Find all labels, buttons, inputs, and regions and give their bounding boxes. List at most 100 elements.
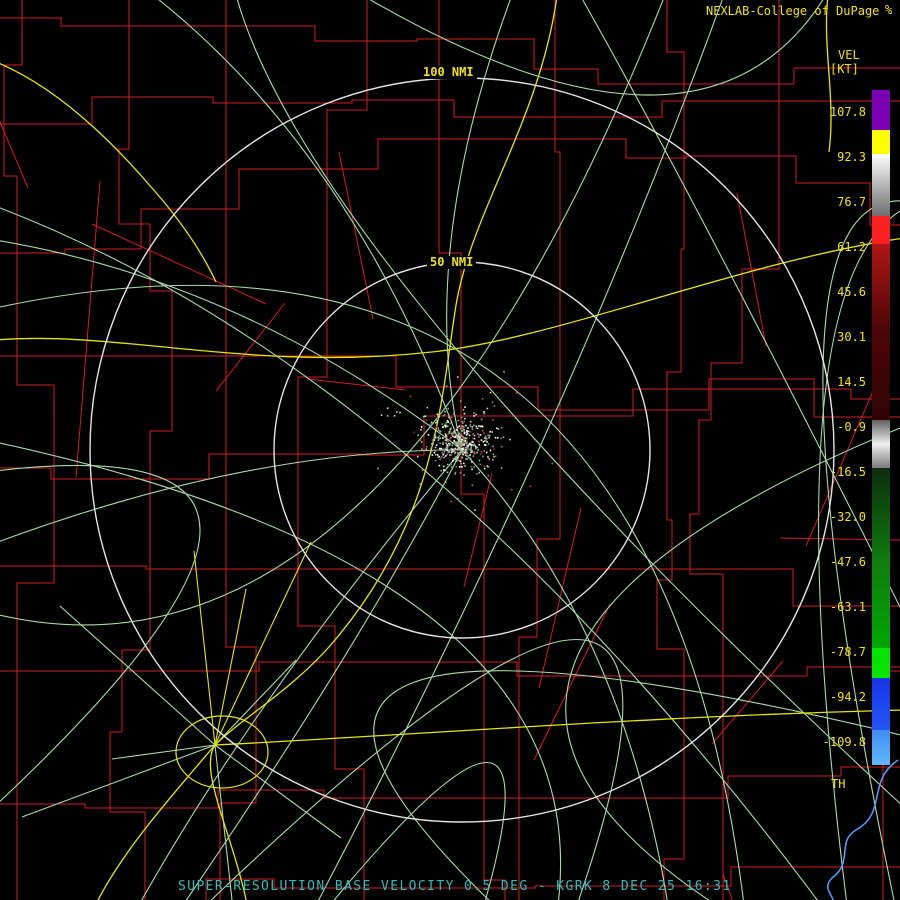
velocity-echo	[441, 456, 443, 458]
velocity-echo	[477, 433, 479, 435]
velocity-echo	[485, 451, 488, 454]
velocity-echo	[462, 425, 465, 428]
velocity-echo	[416, 455, 419, 458]
velocity-echo	[448, 431, 450, 433]
velocity-echo	[409, 395, 412, 398]
velocity-echo	[461, 439, 463, 441]
velocity-echo	[455, 429, 458, 431]
velocity-echo	[503, 371, 505, 373]
velocity-echo	[437, 439, 440, 441]
colorbar-tick-label: 30.1	[837, 330, 866, 344]
velocity-echo	[483, 465, 485, 467]
velocity-echo	[470, 466, 473, 468]
velocity-echo	[458, 432, 460, 435]
velocity-echo	[509, 438, 511, 441]
velocity-echo	[442, 441, 444, 443]
colorbar-segment	[872, 420, 890, 468]
velocity-echo	[466, 458, 469, 460]
velocity-echo	[386, 415, 389, 417]
velocity-echo	[492, 453, 495, 456]
velocity-echo	[459, 453, 461, 455]
velocity-echo	[467, 430, 470, 433]
velocity-echo	[460, 433, 463, 436]
velocity-echo	[436, 420, 439, 422]
velocity-echo	[441, 451, 444, 454]
velocity-echo	[478, 440, 480, 443]
velocity-echo	[396, 411, 398, 413]
velocity-echo	[446, 463, 449, 466]
velocity-echo	[437, 429, 440, 431]
colorbar-tick-label: -63.1	[829, 600, 866, 614]
velocity-echo	[468, 443, 471, 445]
velocity-echo	[450, 500, 453, 503]
velocity-echo	[482, 440, 485, 443]
colorbar-tick-label: -32.0	[829, 510, 866, 524]
velocity-echo	[442, 453, 444, 456]
velocity-echo	[386, 407, 389, 409]
velocity-echo	[444, 481, 447, 484]
colorbar-segment	[872, 468, 890, 648]
velocity-echo	[493, 405, 496, 407]
velocity-echo	[479, 434, 482, 436]
velocity-echo	[465, 449, 467, 451]
velocity-echo	[419, 439, 422, 441]
road	[318, 0, 723, 900]
velocity-echo	[455, 448, 458, 451]
velocity-echo	[461, 430, 463, 432]
velocity-echo	[455, 465, 457, 468]
velocity-echo	[474, 509, 476, 511]
velocity-echo	[434, 437, 437, 439]
velocity-echo	[458, 444, 461, 446]
velocity-echo	[475, 413, 477, 416]
velocity-echo	[437, 427, 440, 429]
county-boundary	[109, 0, 173, 900]
velocity-echo	[424, 415, 427, 417]
velocity-echo	[455, 434, 457, 437]
velocity-echo	[500, 445, 503, 448]
velocity-echo	[459, 400, 462, 402]
velocity-echo	[464, 439, 467, 442]
velocity-echo	[450, 419, 452, 421]
velocity-echo	[417, 434, 419, 436]
velocity-colorbar	[872, 90, 890, 765]
velocity-echo	[476, 451, 479, 454]
velocity-echo	[457, 435, 459, 437]
velocity-echo	[454, 471, 457, 474]
velocity-echo	[457, 452, 459, 454]
velocity-echo	[493, 448, 495, 451]
velocity-echo	[463, 462, 465, 465]
velocity-echo	[420, 426, 423, 428]
velocity-echo	[438, 447, 441, 450]
velocity-echo	[440, 447, 442, 450]
velocity-echo	[443, 469, 445, 471]
velocity-echo	[452, 450, 454, 453]
velocity-echo	[473, 424, 475, 427]
velocity-echo	[489, 430, 491, 433]
velocity-echo	[463, 438, 465, 440]
velocity-echo	[460, 462, 462, 465]
velocity-echo	[500, 467, 503, 469]
velocity-echo	[469, 441, 472, 444]
velocity-echo	[449, 428, 452, 431]
velocity-echo	[466, 451, 468, 454]
velocity-echo	[491, 401, 494, 404]
velocity-echo	[399, 411, 401, 414]
velocity-echo	[468, 448, 470, 451]
velocity-echo	[463, 432, 466, 435]
colorbar-tick-label: 45.6	[837, 285, 866, 299]
velocity-echo	[485, 444, 487, 447]
velocity-echo	[475, 427, 478, 429]
velocity-echo	[469, 457, 471, 459]
velocity-echo	[432, 443, 435, 445]
velocity-echo	[465, 424, 467, 427]
velocity-echo	[497, 428, 500, 430]
velocity-echo	[393, 415, 396, 417]
velocity-echo	[494, 436, 497, 439]
velocity-echo	[457, 419, 460, 422]
velocity-echo	[467, 433, 469, 435]
nexlab-logo-icon: %	[885, 3, 893, 17]
velocity-echo	[494, 455, 497, 457]
velocity-echo	[436, 454, 439, 456]
velocity-echo	[443, 456, 445, 459]
velocity-echo	[469, 420, 472, 423]
